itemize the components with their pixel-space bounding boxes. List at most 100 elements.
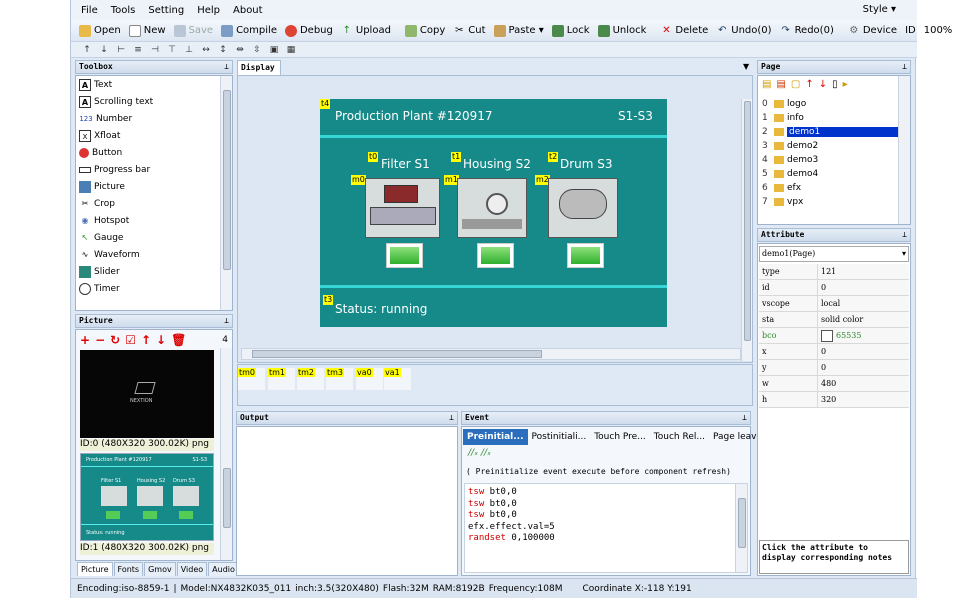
move-down-icon[interactable]: ↓	[156, 333, 166, 347]
attribute-value[interactable]: 320	[818, 395, 836, 404]
distribute-v-icon[interactable]: ⇳	[251, 45, 263, 55]
tab-gmov[interactable]: Gmov	[144, 562, 176, 576]
component-tm2[interactable]: tm2	[297, 368, 324, 390]
page-item-vpx[interactable]: 7 vpx	[760, 195, 898, 209]
delete-button[interactable]: ✕ Delete	[660, 25, 708, 37]
menu-file[interactable]: File	[81, 5, 98, 16]
component-tm1[interactable]: tm1	[268, 368, 295, 390]
move-up-icon[interactable]: ↑	[805, 79, 813, 90]
toolbox-item-progress-bar[interactable]: Progress bar	[76, 161, 232, 178]
attribute-row-x[interactable]: x0	[759, 344, 909, 360]
component-tag-t1[interactable]: t1	[451, 152, 462, 162]
lock-button[interactable]: Lock	[551, 24, 590, 37]
import-page-icon[interactable]: ▯	[832, 79, 838, 90]
copy-button[interactable]: Copy	[404, 24, 445, 37]
housing-status-button[interactable]	[477, 243, 514, 268]
tab-picture[interactable]: Picture	[77, 562, 113, 576]
add-icon[interactable]: +	[80, 333, 90, 347]
page-scrollbar[interactable]	[898, 76, 910, 224]
toolbox-item-number[interactable]: 123 Number	[76, 110, 232, 127]
housing-s2-label[interactable]: Housing S2	[463, 157, 531, 171]
export-page-icon[interactable]: ▸	[843, 79, 848, 90]
page-item-demo2[interactable]: 3 demo2	[760, 139, 898, 153]
component-tm3[interactable]: tm3	[326, 368, 353, 390]
display-hscrollbar[interactable]	[241, 348, 741, 360]
toolbox-item-button[interactable]: Button	[76, 144, 232, 161]
align-right-icon[interactable]: ⊣	[149, 45, 161, 55]
zoom-button[interactable]: 100%	[924, 25, 953, 36]
menu-about[interactable]: About	[233, 5, 263, 16]
align-center-icon[interactable]: ≡	[132, 45, 144, 55]
tab-touch-press[interactable]: Touch Pre...	[590, 429, 650, 445]
comment-toggle-icons[interactable]: //ₓ //ₓ	[468, 448, 491, 458]
page-item-demo3[interactable]: 4 demo3	[760, 153, 898, 167]
status-text[interactable]: Status: running	[335, 302, 427, 316]
pin-icon[interactable]: ⊥	[224, 315, 229, 327]
attribute-row-w[interactable]: w 480	[759, 376, 909, 392]
redo-button[interactable]: ↷ Redo(0)	[780, 25, 834, 37]
attribute-row-y[interactable]: y0	[759, 360, 909, 376]
scroll-thumb[interactable]	[738, 498, 746, 548]
attribute-row-id[interactable]: id 0	[759, 280, 909, 296]
send-backward-icon[interactable]: ↓	[98, 45, 110, 55]
pin-icon[interactable]: ⊥	[902, 229, 907, 241]
insert-page-icon[interactable]: ▤	[762, 79, 771, 90]
attribute-row-type[interactable]: type 121	[759, 264, 909, 280]
same-height-icon[interactable]: ↕	[217, 45, 229, 55]
attribute-value[interactable]: 121	[818, 267, 836, 276]
pin-icon[interactable]: ⊥	[224, 61, 229, 73]
picture-thumbnail-1[interactable]: Production Plant #120917 S1-S3 Filter S1…	[80, 453, 214, 541]
attribute-value[interactable]: 480	[818, 379, 836, 388]
align-top-icon[interactable]: ⊤	[166, 45, 178, 55]
same-size-icon[interactable]: ▣	[268, 45, 280, 55]
drum-status-button[interactable]	[567, 243, 604, 268]
toolbox-item-timer[interactable]: Timer	[76, 280, 232, 297]
tab-display[interactable]: Display	[237, 60, 281, 75]
toolbox-item-waveform[interactable]: ∿ Waveform	[76, 246, 232, 263]
housing-machine-image[interactable]	[457, 178, 527, 238]
attribute-row-sta[interactable]: sta solid color	[759, 312, 909, 328]
menu-tools[interactable]: Tools	[111, 5, 136, 16]
grid-icon[interactable]: ▦	[285, 45, 297, 55]
toolbox-item-hotspot[interactable]: ◉ Hotspot	[76, 212, 232, 229]
page-item-demo4[interactable]: 5 demo4	[760, 167, 898, 181]
menu-style[interactable]: Style ▾	[863, 4, 896, 15]
attribute-value[interactable]: 0	[818, 347, 826, 356]
toolbox-item-text[interactable]: A Text	[76, 76, 232, 93]
attribute-row-h[interactable]: h 320	[759, 392, 909, 408]
delete-all-icon[interactable]: 🗑	[171, 333, 186, 347]
copy-page-icon[interactable]: ▢	[791, 79, 800, 90]
id-button[interactable]: ID	[905, 25, 916, 36]
drum-s3-label[interactable]: Drum S3	[560, 157, 613, 171]
filter-machine-image[interactable]	[365, 178, 440, 238]
attribute-value[interactable]: 0	[818, 283, 826, 292]
attribute-row-bco[interactable]: bco 65535	[759, 328, 909, 344]
delete-page-icon[interactable]: ▤	[776, 79, 785, 90]
page-item-info[interactable]: 1 info	[760, 111, 898, 125]
attribute-value[interactable]: 65535	[818, 329, 861, 342]
attribute-value[interactable]: solid color	[818, 315, 863, 324]
pin-icon[interactable]: ⊥	[742, 412, 747, 424]
bring-forward-icon[interactable]: ↑	[81, 45, 93, 55]
display-menu-arrow-icon[interactable]: ▼	[743, 62, 749, 71]
page-item-efx[interactable]: 6 efx	[760, 181, 898, 195]
filter-status-button[interactable]	[386, 243, 423, 268]
menu-help[interactable]: Help	[197, 5, 220, 16]
toolbox-scrollbar[interactable]	[220, 76, 232, 310]
replace-icon[interactable]: ↻	[110, 333, 120, 347]
hmi-screen-preview[interactable]: t4 Production Plant #120917 S1-S3 t0 Fil…	[320, 99, 667, 327]
attribute-row-vscope[interactable]: vscope local	[759, 296, 909, 312]
undo-button[interactable]: ↶ Undo(0)	[716, 25, 772, 37]
move-up-icon[interactable]: ↑	[141, 333, 151, 347]
picture-scrollbar[interactable]	[220, 348, 232, 560]
move-down-icon[interactable]: ↓	[819, 79, 827, 90]
pin-icon[interactable]: ⊥	[902, 61, 907, 73]
debug-button[interactable]: Debug	[284, 24, 333, 37]
compile-button[interactable]: Compile	[221, 24, 277, 37]
toolbox-item-slider[interactable]: Slider	[76, 263, 232, 280]
pin-icon[interactable]: ⊥	[449, 412, 454, 424]
toolbox-item-scrolling-text[interactable]: A Scrolling text	[76, 93, 232, 110]
code-scrollbar[interactable]	[735, 484, 747, 572]
tab-touch-release[interactable]: Touch Rel...	[650, 429, 709, 445]
filter-s1-label[interactable]: Filter S1	[381, 157, 430, 171]
